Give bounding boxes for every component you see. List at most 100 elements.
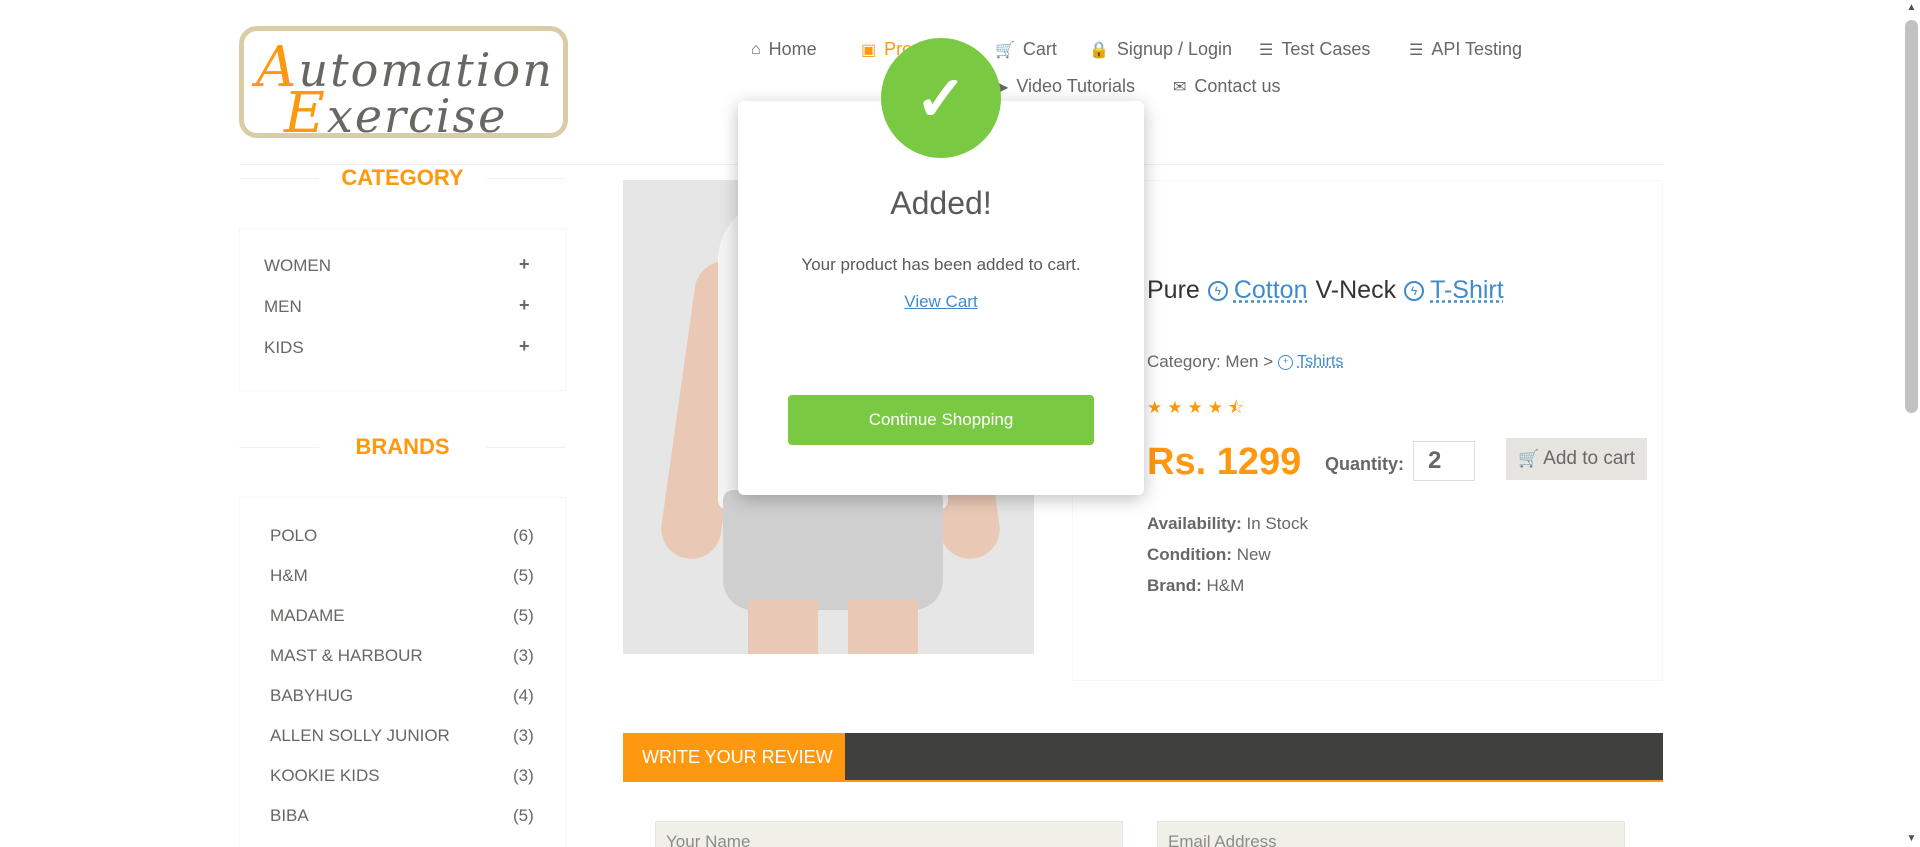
condition-label: Condition: [1147, 545, 1232, 564]
site-logo[interactable]: Automation Exercise [239, 26, 568, 146]
review-bar: WRITE YOUR REVIEW [623, 733, 1663, 782]
nav-test-cases[interactable]: ☰ Test Cases [1259, 39, 1370, 60]
nav-video-tutorials[interactable]: ▶ Video Tutorials [996, 76, 1135, 97]
product-info-panel [1072, 180, 1663, 681]
nav-signup-login[interactable]: 🔒 Signup / Login [1089, 39, 1232, 60]
logo-line-2: Exercise [284, 81, 507, 146]
brand-item-biba[interactable]: BIBA [270, 806, 309, 826]
nav-video-tutorials-label: Video Tutorials [1016, 76, 1136, 96]
add-to-cart-button[interactable]: 🛒 Add to cart [1506, 438, 1647, 480]
lock-icon: 🔒 [1089, 41, 1109, 59]
product-title: Pure ϟ Cotton V-Neck ϟ T-Shirt [1147, 276, 1504, 305]
nav-test-cases-label: Test Cases [1281, 39, 1371, 59]
nav-contact-label: Contact us [1194, 76, 1281, 96]
logo-text-2: xercise [326, 89, 508, 143]
continue-shopping-button[interactable]: Continue Shopping [788, 395, 1094, 445]
plus-icon[interactable]: + [519, 336, 530, 357]
product-category-link[interactable]: Tshirts [1297, 353, 1343, 371]
nav-cart[interactable]: 🛒 Cart [995, 39, 1057, 60]
home-icon: ⌂ [751, 40, 761, 58]
product-image-leg-left [748, 600, 818, 654]
cart-icon: 🛒 [995, 41, 1015, 59]
brands-panel: POLO (6) H&M (5) MADAME (5) MAST & HARBO… [239, 497, 566, 847]
bolt-icon: ϟ [1404, 280, 1425, 301]
condition: Condition: New [1147, 545, 1271, 565]
bolt-icon: ϟ [1207, 280, 1228, 301]
envelope-icon: ✉ [1173, 78, 1187, 96]
product-image-shorts [723, 490, 943, 610]
scrollbar-thumb[interactable] [1905, 20, 1918, 413]
arrow-circle-icon: + [1278, 354, 1294, 370]
modal-message: Your product has been added to cart. [801, 255, 1081, 274]
brand-count[interactable]: (6) [513, 526, 534, 546]
brand-item-madame[interactable]: MADAME [270, 606, 345, 626]
nav-signup-label: Signup / Login [1116, 39, 1233, 59]
brand-count[interactable]: (5) [513, 606, 534, 626]
brand-item-polo[interactable]: POLO [270, 526, 317, 546]
rating-stars: ★★★★⯪ [1147, 395, 1249, 424]
category-panel: WOMEN + MEN + KIDS + [239, 228, 566, 391]
brand-item-hm[interactable]: H&M [270, 566, 308, 586]
category-title: CATEGORY [239, 165, 566, 191]
product-category: Category: Men > + Tshirts [1147, 352, 1343, 372]
brand-count[interactable]: (5) [513, 806, 534, 826]
logo-cap-2: E [284, 81, 327, 146]
product-title-link-cotton[interactable]: Cotton [1234, 276, 1308, 305]
brand-label: Brand: [1147, 576, 1202, 595]
scroll-down-icon[interactable]: ▼ [1903, 833, 1920, 844]
nav-api-testing[interactable]: ☰ API Testing [1409, 39, 1522, 60]
brand-count[interactable]: (3) [513, 766, 534, 786]
brand-item-mast-harbour[interactable]: MAST & HARBOUR [270, 646, 423, 666]
star-icon: ★ [1187, 398, 1208, 417]
brand: Brand: H&M [1147, 576, 1244, 596]
nav-home-label: Home [768, 39, 817, 59]
nav-api-testing-label: API Testing [1431, 39, 1523, 59]
brand-count[interactable]: (3) [513, 646, 534, 666]
list-icon: ☰ [1259, 41, 1274, 59]
plus-icon[interactable]: + [519, 295, 530, 316]
nav-cart-label: Cart [1022, 39, 1057, 59]
brand-value: H&M [1206, 576, 1245, 595]
modal-title: Added! [890, 185, 992, 221]
condition-value: New [1236, 545, 1271, 564]
availability: Availability: In Stock [1147, 514, 1308, 534]
list-icon: ☰ [1409, 41, 1424, 59]
brand-count[interactable]: (4) [513, 686, 534, 706]
brand-item-allen-solly-junior[interactable]: ALLEN SOLLY JUNIOR [270, 726, 450, 746]
brand-item-babyhug[interactable]: BABYHUG [270, 686, 353, 706]
category-item-women[interactable]: WOMEN [264, 256, 331, 276]
star-icon: ★ [1147, 398, 1168, 417]
page: Automation Exercise ⌂Home ▣Products 🛒Car… [0, 0, 1920, 847]
scroll-up-icon[interactable]: ▲ [1903, 2, 1920, 13]
product-category-text: Category: Men > [1147, 352, 1274, 371]
view-cart-link[interactable]: View Cart [738, 292, 1144, 312]
quantity-input[interactable]: 2 [1413, 441, 1475, 481]
brand-count[interactable]: (3) [513, 726, 534, 746]
product-title-link-tshirt[interactable]: T-Shirt [1430, 276, 1504, 305]
star-half-icon: ⯪ [1228, 398, 1250, 417]
star-icon: ★ [1167, 398, 1188, 417]
product-title-text: Pure [1147, 276, 1200, 304]
category-item-men[interactable]: MEN [264, 297, 302, 317]
brand-count[interactable]: (5) [513, 566, 534, 586]
availability-value: In Stock [1246, 514, 1308, 533]
category-item-kids[interactable]: KIDS [264, 338, 304, 358]
product-price: Rs. 1299 [1147, 441, 1302, 483]
tab-write-review[interactable]: WRITE YOUR REVIEW [623, 733, 845, 782]
product-title-text: V-Neck [1315, 276, 1397, 304]
quantity-label: Quantity: [1325, 454, 1404, 474]
nav-contact-us[interactable]: ✉ Contact us [1173, 76, 1280, 97]
brand-item-kookie-kids[interactable]: KOOKIE KIDS [270, 766, 380, 786]
star-icon: ★ [1207, 398, 1228, 417]
nav-home[interactable]: ⌂ Home [751, 39, 817, 60]
add-to-cart-label: Add to cart [1543, 448, 1636, 469]
product-image-leg-right [848, 600, 918, 654]
review-name-input[interactable]: Your Name [655, 821, 1123, 847]
review-email-input[interactable]: Email Address [1157, 821, 1625, 847]
availability-label: Availability: [1147, 514, 1242, 533]
brands-title: BRANDS [239, 434, 566, 460]
briefcase-icon: ▣ [861, 41, 877, 59]
checkmark-icon: ✓ [881, 38, 1001, 158]
plus-icon[interactable]: + [519, 254, 530, 275]
cart-icon: 🛒 [1517, 449, 1540, 468]
